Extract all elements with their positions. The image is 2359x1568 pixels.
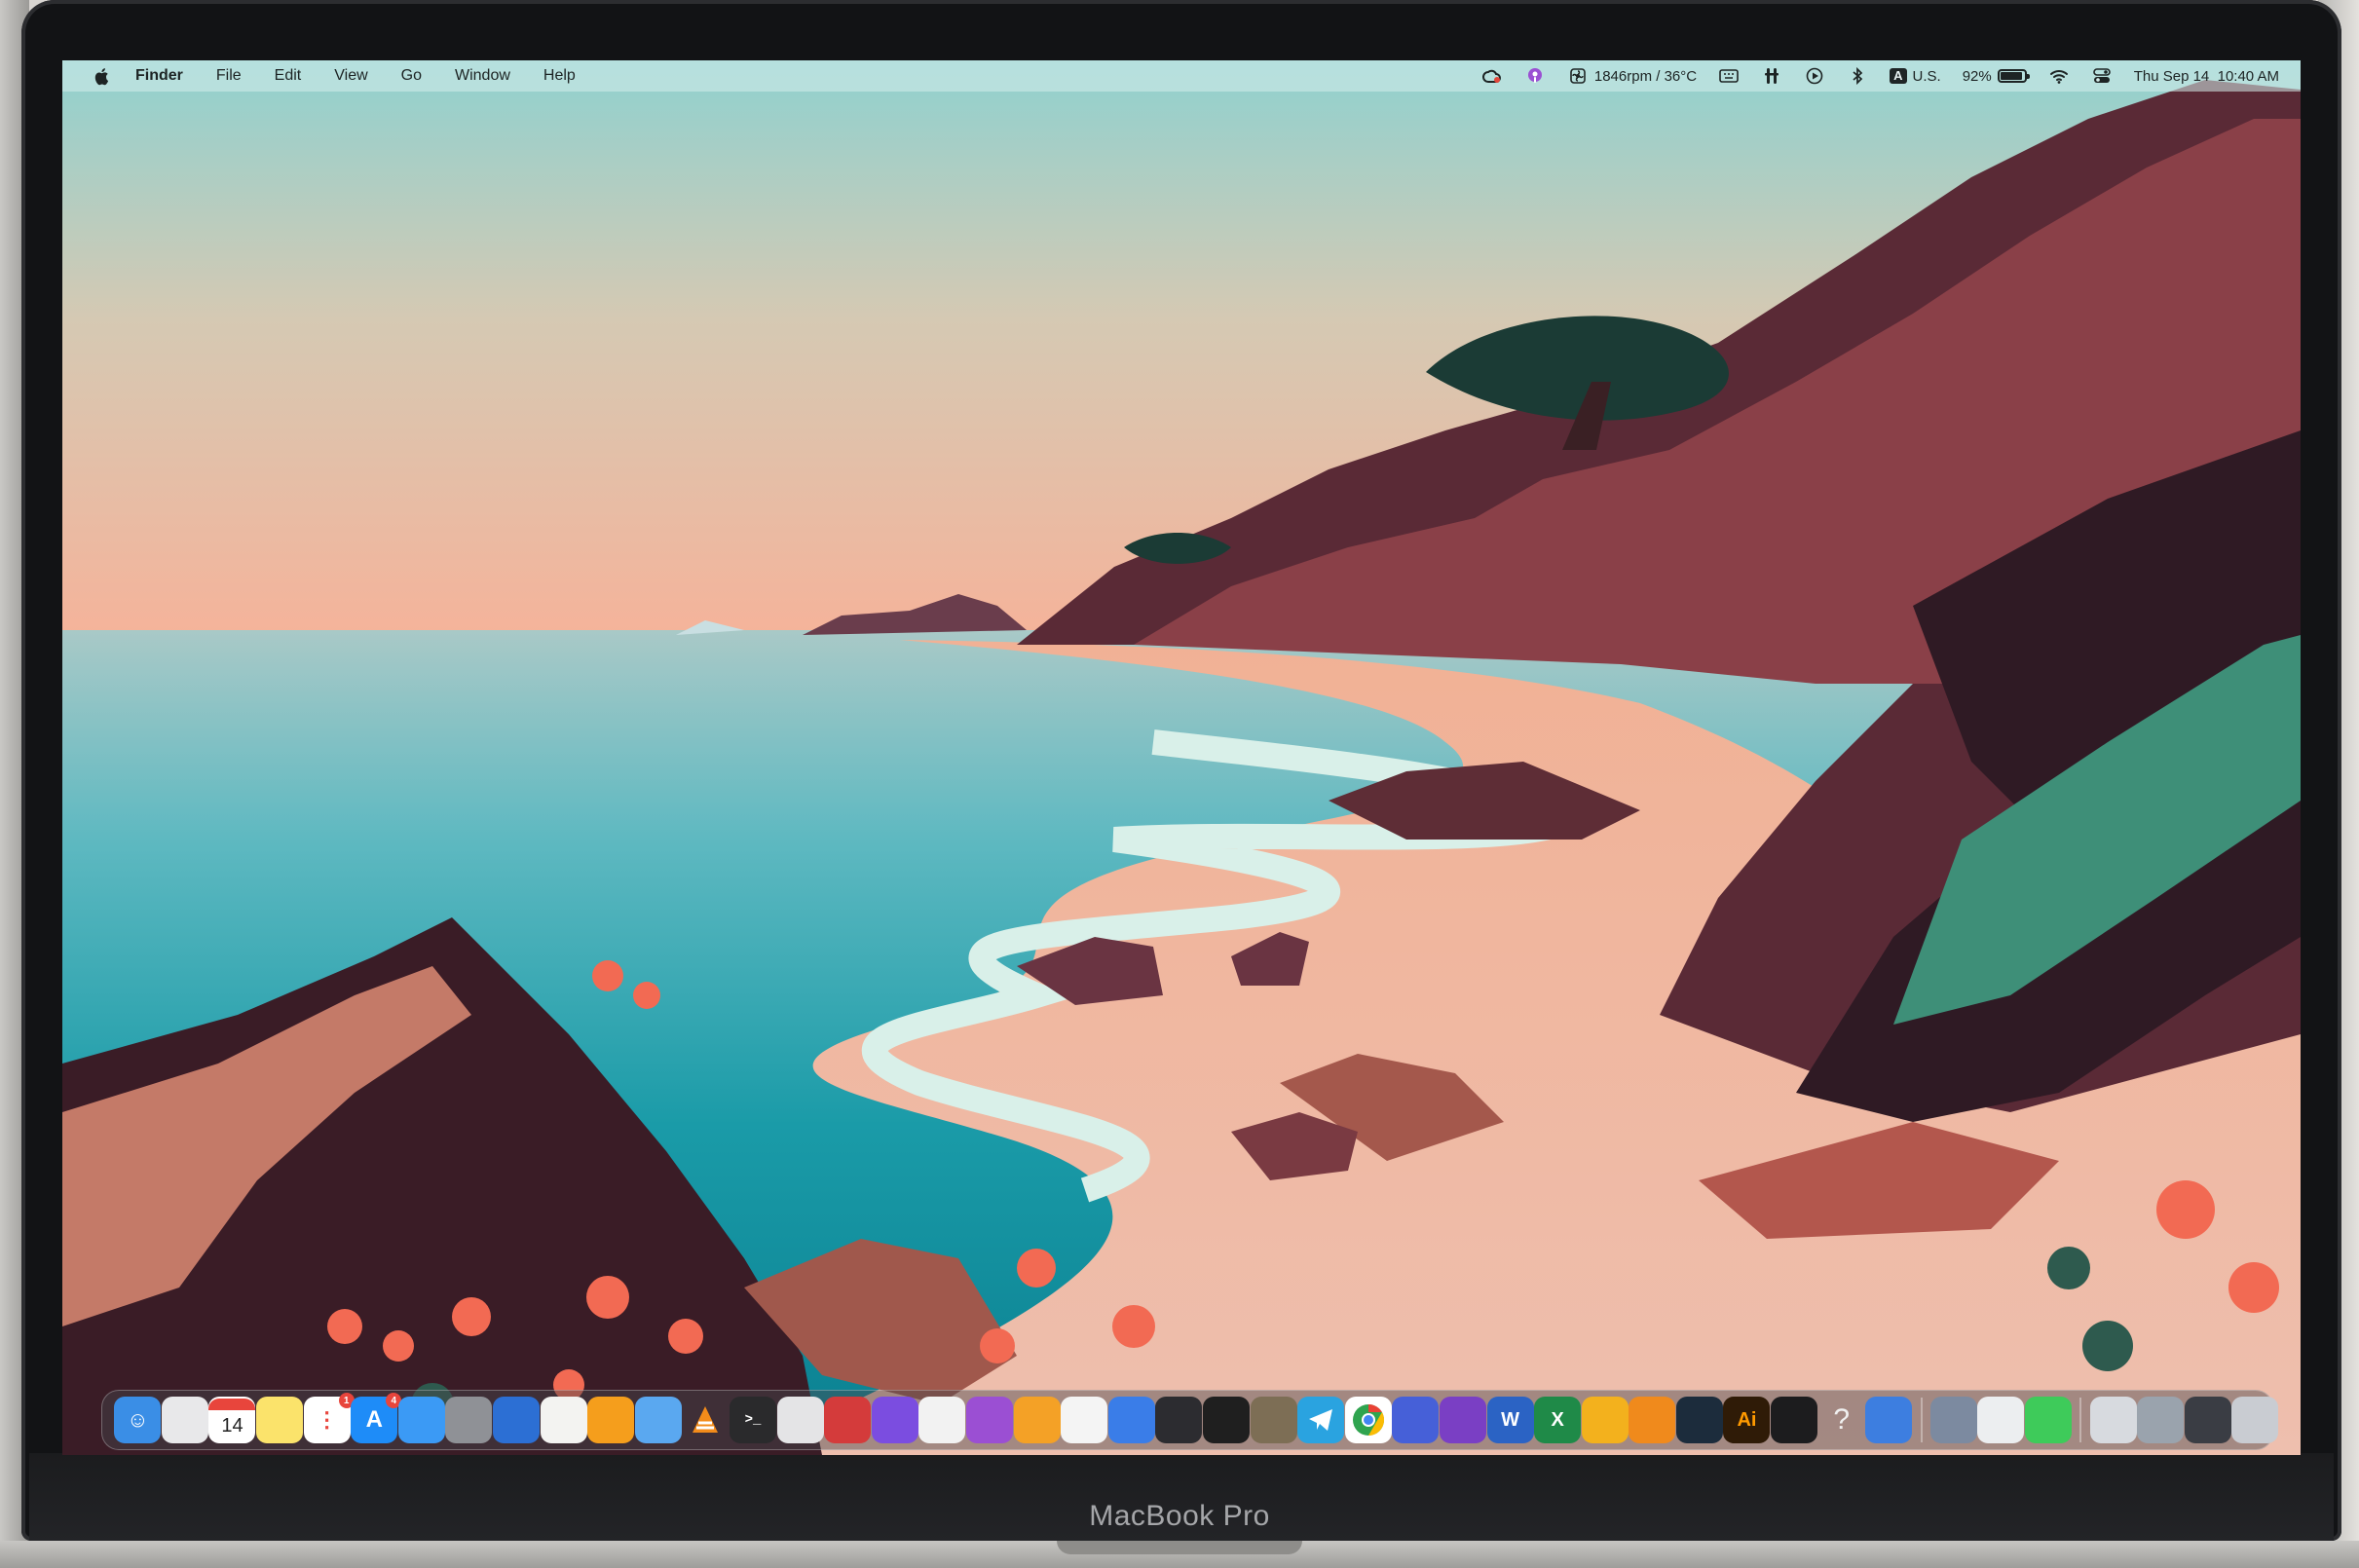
menu-edit[interactable]: Edit bbox=[258, 60, 318, 92]
accessibility-icon[interactable] bbox=[1761, 67, 1782, 85]
dock-item-help[interactable]: ? bbox=[1818, 1397, 1865, 1443]
dock-item-launchpad[interactable] bbox=[161, 1397, 208, 1443]
dock-item-sunflower[interactable] bbox=[1581, 1397, 1629, 1443]
menu-app-name[interactable]: Finder bbox=[119, 60, 200, 92]
dock-item-document-blue[interactable] bbox=[1107, 1397, 1155, 1443]
calendar-day: 14 bbox=[221, 1415, 243, 1437]
dock-item-reeder[interactable] bbox=[587, 1397, 635, 1443]
menu-view[interactable]: View bbox=[318, 60, 384, 92]
dock-item-m-app[interactable] bbox=[1013, 1397, 1061, 1443]
podcast-icon[interactable] bbox=[1524, 67, 1546, 85]
dock-item-cloud-app[interactable] bbox=[1865, 1397, 1913, 1443]
dock-item-telegram[interactable] bbox=[1297, 1397, 1345, 1443]
dock-item-notes[interactable] bbox=[256, 1397, 304, 1443]
dock-item-vlc[interactable] bbox=[682, 1397, 729, 1443]
dock-item-print-blue[interactable] bbox=[1392, 1397, 1440, 1443]
dock-item-terminal[interactable]: >_ bbox=[730, 1397, 777, 1443]
laptop-hinge-notch bbox=[1057, 1541, 1302, 1554]
dock-item-preview[interactable] bbox=[634, 1397, 682, 1443]
dock-item-finder[interactable]: ☺ bbox=[114, 1397, 162, 1443]
menu-window[interactable]: Window bbox=[438, 60, 527, 92]
menu-go[interactable]: Go bbox=[385, 60, 438, 92]
dock-item-calculator[interactable] bbox=[776, 1397, 824, 1443]
dock-item-inkscape[interactable] bbox=[1202, 1397, 1250, 1443]
creative-cloud-icon[interactable] bbox=[1481, 67, 1503, 85]
keyboard-brightness-icon[interactable] bbox=[1718, 67, 1740, 85]
dock-item-window-thumb-3[interactable] bbox=[2184, 1397, 2231, 1443]
dock-item-system-settings[interactable] bbox=[445, 1397, 493, 1443]
dock-item-app-store[interactable]: A4 bbox=[351, 1393, 402, 1443]
menu-help[interactable]: Help bbox=[527, 60, 592, 92]
dock-item-gimp[interactable] bbox=[1250, 1397, 1297, 1443]
dock-item-illustrator[interactable]: Ai bbox=[1723, 1397, 1771, 1443]
battery-status[interactable]: 92% bbox=[1962, 60, 2030, 92]
desktop-wallpaper bbox=[62, 60, 2301, 1455]
fan-readout: 1846rpm / 36°C bbox=[1593, 67, 1698, 85]
control-center-icon[interactable] bbox=[2091, 67, 2113, 85]
dock-item-home-app[interactable] bbox=[1977, 1397, 2025, 1443]
dock-item-wave-app[interactable] bbox=[493, 1397, 541, 1443]
dock: ☺ 14 ⋮ 1 A 4 >_ W X Ai? bbox=[101, 1390, 2279, 1450]
input-source[interactable]: A U.S. bbox=[1890, 60, 1941, 92]
dock-item-reminders[interactable]: ⋮ 1 bbox=[303, 1393, 355, 1443]
fan-status[interactable]: 1846rpm / 36°C bbox=[1567, 60, 1697, 92]
play-icon[interactable] bbox=[1804, 67, 1825, 85]
dock-item-word[interactable]: W bbox=[1486, 1397, 1534, 1443]
battery-icon bbox=[1997, 69, 2030, 83]
dock-item-window-thumb-2[interactable] bbox=[2137, 1397, 2185, 1443]
help-glyph: ? bbox=[1833, 1403, 1851, 1436]
dock-item-notion-like[interactable] bbox=[1061, 1397, 1108, 1443]
dock-item-messages-white[interactable] bbox=[918, 1397, 966, 1443]
dock-item-textedit[interactable] bbox=[540, 1397, 587, 1443]
device-brand-label: MacBook Pro bbox=[1089, 1500, 1270, 1532]
dock-item-excel[interactable]: X bbox=[1534, 1397, 1582, 1443]
menubar-clock[interactable]: Thu Sep 14 10:40 AM bbox=[2134, 68, 2279, 85]
dock-item-mail[interactable] bbox=[397, 1397, 445, 1443]
menu-file[interactable]: File bbox=[200, 60, 258, 92]
battery-percent: 92% bbox=[1962, 67, 1992, 85]
dock-item-files-purple[interactable] bbox=[871, 1397, 918, 1443]
dock-item-onenote-purple[interactable] bbox=[1439, 1397, 1486, 1443]
dock-item-blender[interactable] bbox=[1629, 1397, 1676, 1443]
illustrator-label: Ai bbox=[1737, 1408, 1757, 1431]
dock-item-window-thumb-1[interactable] bbox=[2089, 1397, 2137, 1443]
fan-icon bbox=[1567, 67, 1589, 85]
battery-fill bbox=[2000, 72, 2022, 80]
dock-item-steam-globe[interactable] bbox=[1675, 1397, 1723, 1443]
wifi-icon[interactable] bbox=[2048, 67, 2070, 85]
dock-item-console[interactable] bbox=[1771, 1397, 1818, 1443]
input-source-label: U.S. bbox=[1912, 67, 1941, 85]
bluetooth-icon[interactable] bbox=[1847, 67, 1868, 85]
dock-item-trash[interactable] bbox=[2231, 1397, 2279, 1443]
dock-item-facetime[interactable] bbox=[2025, 1397, 2073, 1443]
dock-item-davinci[interactable] bbox=[824, 1397, 872, 1443]
input-source-badge: A bbox=[1890, 68, 1907, 84]
dock-separator bbox=[2079, 1398, 2082, 1442]
display: Finder File Edit View Go Window Help 184… bbox=[62, 60, 2301, 1455]
menu-bar: Finder File Edit View Go Window Help 184… bbox=[62, 60, 2301, 92]
dock-item-pen-tool[interactable] bbox=[1155, 1397, 1203, 1443]
dock-item-podcasts[interactable] bbox=[965, 1397, 1013, 1443]
dock-item-chrome[interactable] bbox=[1344, 1397, 1392, 1443]
dock-item-disk-utility[interactable] bbox=[1929, 1397, 1977, 1443]
dock-separator bbox=[1920, 1398, 1923, 1442]
dock-item-calendar[interactable]: 14 bbox=[208, 1397, 256, 1443]
apple-menu-icon[interactable] bbox=[84, 65, 119, 87]
